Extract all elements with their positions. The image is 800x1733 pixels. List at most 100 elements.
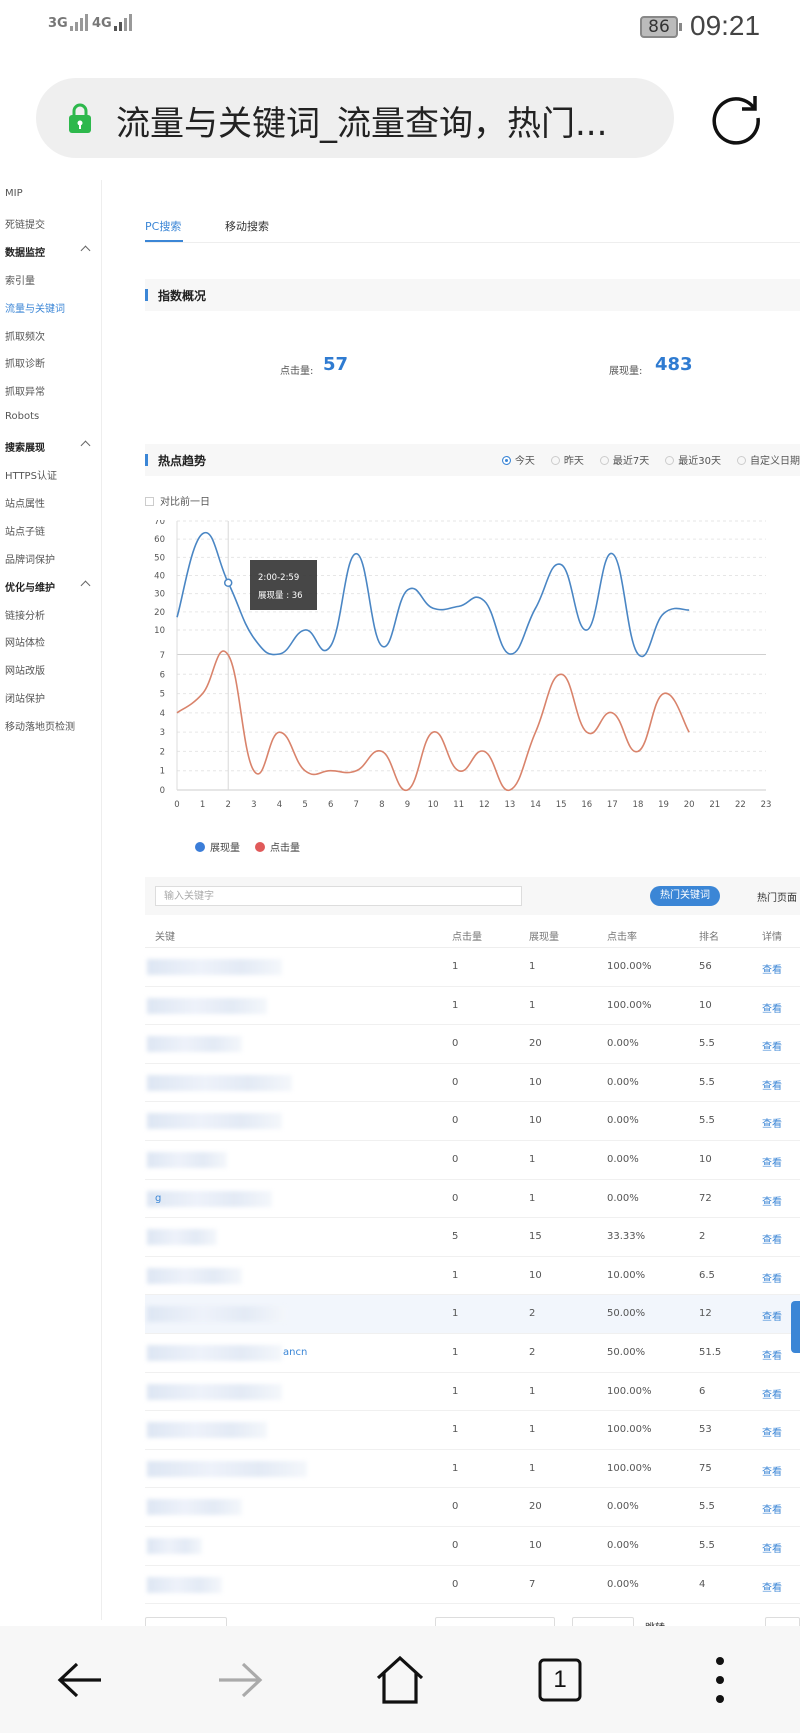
sidebar-item[interactable]: 死链提交 (5, 216, 45, 231)
view-detail-link[interactable]: 查看 (762, 1463, 782, 1478)
back-button[interactable] (25, 1626, 135, 1733)
sidebar-item[interactable]: 抓取诊断 (5, 355, 45, 370)
x-tick-label: 9 (405, 800, 410, 810)
cell-impressions: 2 (529, 1308, 536, 1320)
sidebar-item[interactable]: 链接分析 (5, 607, 45, 622)
y-tick-label: 1 (160, 767, 165, 777)
trend-chart[interactable]: 10203040506070012345670 1 2 3 4 5 6 7 8 9 10 11 12 13… (145, 520, 795, 830)
sidebar-item-label: 闭站保护 (5, 694, 45, 706)
sidebar-item[interactable]: 网站体检 (5, 634, 45, 649)
sidebar-item[interactable]: 抓取频次 (5, 328, 45, 343)
sidebar-item[interactable]: 移动落地页检测 (5, 718, 75, 733)
sidebar-group-header[interactable]: 搜索展现 (5, 439, 95, 454)
impressions-point (329, 645, 332, 648)
chevron-up-icon (80, 440, 91, 451)
y-tick-label: 20 (154, 608, 165, 618)
view-detail-link[interactable]: 查看 (762, 1386, 782, 1401)
keyword-text[interactable]: ancn (283, 1347, 307, 1358)
home-button[interactable] (345, 1626, 455, 1733)
y-tick-label: 60 (154, 535, 165, 545)
impressions-point (457, 605, 460, 608)
view-detail-link[interactable]: 查看 (762, 1154, 782, 1169)
cell-ctr: 0.00% (607, 1076, 639, 1088)
cell-clicks: 0 (452, 1501, 459, 1513)
view-detail-link[interactable]: 查看 (762, 1424, 782, 1439)
view-detail-link[interactable]: 查看 (762, 1231, 782, 1246)
cell-ctr: 100.00% (607, 1424, 652, 1436)
hot-pages-button[interactable]: 热门页面 (757, 889, 797, 904)
view-detail-link[interactable]: 查看 (762, 1579, 782, 1594)
cell-ctr: 10.00% (607, 1269, 646, 1281)
view-detail-link[interactable]: 查看 (762, 1501, 782, 1516)
sidebar-item[interactable]: 抓取异常 (5, 383, 45, 398)
address-bar[interactable]: 流量与关键词_流量查询，热门... (36, 78, 674, 158)
table-row: 0 7 0.00% 4 查看 (145, 1566, 800, 1605)
col-detail: 详情 (762, 932, 782, 943)
range-option[interactable]: 昨天 (550, 452, 584, 467)
clicks-point (509, 789, 512, 792)
sidebar-group-header[interactable]: 优化与维护 (5, 579, 95, 594)
view-detail-link[interactable]: 查看 (762, 1193, 782, 1208)
view-detail-link[interactable]: 查看 (762, 1038, 782, 1053)
view-detail-link[interactable]: 查看 (762, 1115, 782, 1130)
keyword-search-input[interactable] (155, 886, 522, 906)
sidebar-item[interactable]: 站点子链 (5, 523, 45, 538)
x-tick-label: 0 (174, 800, 179, 810)
radio-icon (501, 456, 511, 465)
legend-impressions[interactable]: 展现量 (195, 839, 240, 854)
sidebar-item-label: 网站改版 (5, 666, 45, 678)
hover-point (223, 578, 233, 588)
sidebar-item[interactable]: 流量与关键词 (5, 300, 65, 315)
sidebar-item-label: 移动落地页检测 (5, 722, 75, 734)
cell-clicks: 0 (452, 1076, 459, 1088)
tabs-button[interactable]: 1 (505, 1626, 615, 1733)
view-detail-link[interactable]: 查看 (762, 1347, 782, 1362)
sidebar-item[interactable]: HTTPS认证 (5, 467, 57, 482)
radio-icon (550, 456, 560, 465)
view-detail-link[interactable]: 查看 (762, 961, 782, 976)
redacted-keyword (147, 1113, 282, 1130)
col-clicks: 点击量 (452, 932, 482, 943)
table-row: g 0 1 0.00% 72 查看 (145, 1180, 800, 1219)
col-keyword: 关键 (155, 932, 175, 943)
sidebar-item[interactable]: 索引量 (5, 272, 35, 287)
menu-button[interactable] (665, 1626, 775, 1733)
x-tick-label: 2 (226, 800, 231, 810)
impressions-point (688, 609, 691, 612)
range-option[interactable]: 自定义日期 (737, 452, 800, 467)
view-detail-link[interactable]: 查看 (762, 1540, 782, 1555)
reload-icon[interactable] (708, 90, 764, 146)
range-option[interactable]: 最近30天 (665, 452, 721, 467)
cell-ctr: 0.00% (607, 1540, 639, 1551)
trend-header: 热点趋势 今天 昨天 最近7天 最近30天 自定义日期 (145, 444, 800, 476)
sidebar-item[interactable]: 品牌词保护 (5, 551, 55, 566)
view-detail-link[interactable]: 查看 (762, 1270, 782, 1285)
sidebar-item[interactable]: MIP (5, 188, 23, 199)
legend-clicks[interactable]: 点击量 (255, 839, 300, 854)
sidebar-item[interactable]: 闭站保护 (5, 690, 45, 705)
clicks-point (585, 731, 588, 734)
sidebar-item[interactable]: 站点属性 (5, 495, 45, 510)
cell-ctr: 0.00% (607, 1578, 639, 1590)
hot-keywords-button[interactable]: 热门关键词 (650, 886, 720, 906)
sidebar-group-header[interactable]: 数据监控 (5, 244, 95, 259)
table-row: 1 10 10.00% 6.5 查看 (145, 1257, 800, 1296)
cell-clicks: 1 (452, 1347, 459, 1358)
compare-checkbox[interactable] (145, 497, 154, 506)
range-option[interactable]: 最近7天 (599, 452, 649, 467)
view-detail-link[interactable]: 查看 (762, 1308, 782, 1323)
forward-button[interactable] (185, 1626, 295, 1733)
sidebar-item[interactable]: Robots (5, 411, 39, 422)
compare-previous-day[interactable]: 对比前一日 (145, 493, 210, 508)
range-option[interactable]: 今天 (501, 452, 535, 467)
lock-icon (69, 103, 91, 133)
floating-feedback-tab[interactable] (791, 1301, 800, 1353)
tooltip-time: 2:00-2:59 (258, 573, 299, 583)
view-detail-link[interactable]: 查看 (762, 1077, 782, 1092)
cell-impressions: 1 (529, 1424, 536, 1436)
keyword-text[interactable]: g (155, 1193, 161, 1204)
view-detail-link[interactable]: 查看 (762, 1000, 782, 1015)
sidebar-item[interactable]: 网站改版 (5, 662, 45, 677)
tab-mobile-search[interactable]: 移动搜索 (225, 218, 269, 234)
tab-pc-search[interactable]: PC搜索 (145, 218, 181, 234)
